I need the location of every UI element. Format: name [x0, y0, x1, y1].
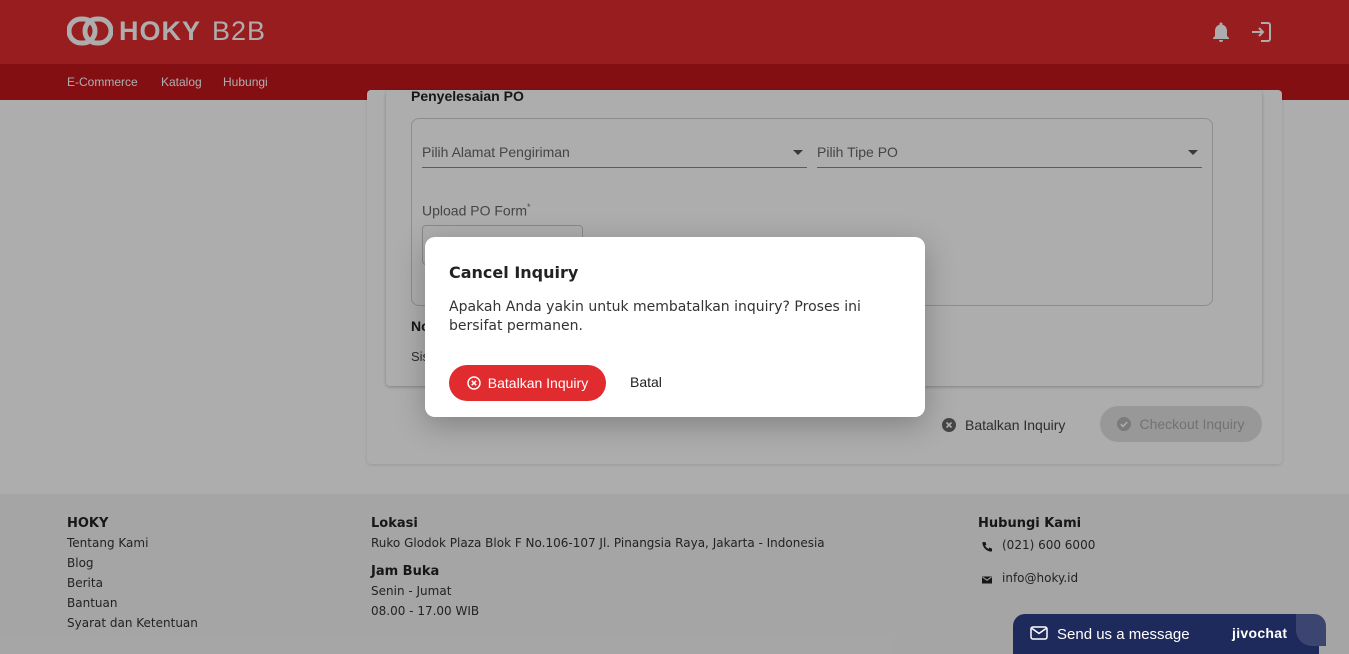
chat-corner-decoration — [1296, 614, 1326, 646]
dismiss-button[interactable]: Batal — [630, 374, 662, 390]
chat-message-label: Send us a message — [1057, 626, 1190, 643]
confirm-cancel-button[interactable]: Batalkan Inquiry — [449, 365, 606, 401]
dialog-title: Cancel Inquiry — [449, 263, 579, 282]
cancel-inquiry-dialog: Cancel Inquiry Apakah Anda yakin untuk m… — [425, 237, 925, 417]
confirm-cancel-label: Batalkan Inquiry — [487, 375, 589, 391]
chat-widget[interactable]: Send us a message jivochat — [1013, 614, 1326, 654]
dialog-message: Apakah Anda yakin untuk membatalkan inqu… — [449, 299, 861, 334]
jivochat-logo: jivochat — [1232, 625, 1288, 641]
mail-icon — [1030, 626, 1048, 640]
close-circle-icon — [467, 376, 481, 390]
